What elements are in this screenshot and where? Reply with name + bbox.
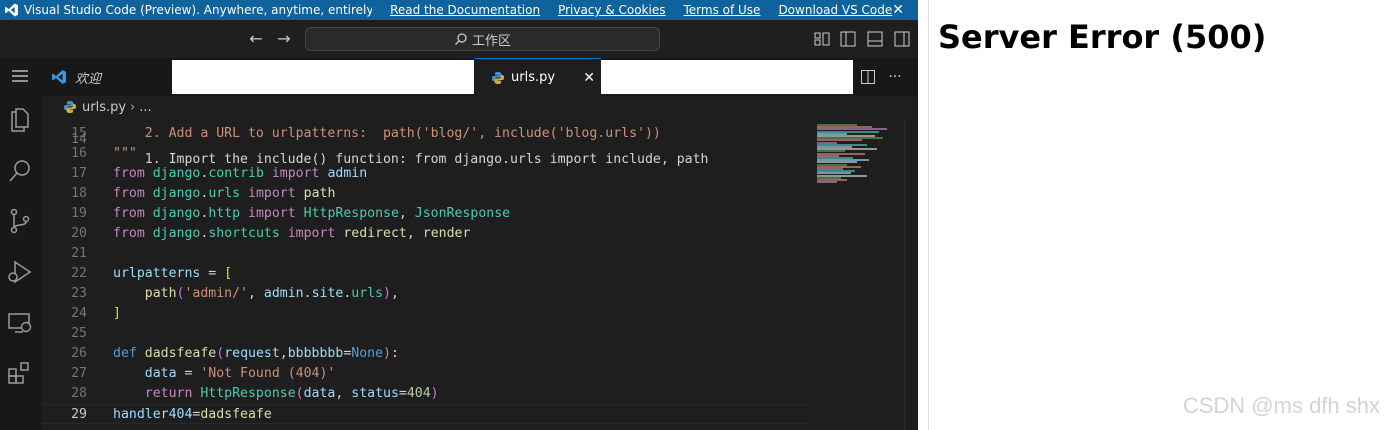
code-line: 21 <box>41 244 811 264</box>
breadcrumb-file[interactable]: urls.py <box>82 100 126 115</box>
title-bar: ← → 工作区 <box>0 20 918 58</box>
code-line: 28 return HttpResponse(data, status=404) <box>41 384 811 404</box>
line-number: 27 <box>71 366 87 381</box>
line-number: 21 <box>71 246 87 261</box>
source-control-icon[interactable] <box>4 205 36 237</box>
code-editor[interactable]: 14 1. Import the include() function: fro… <box>41 118 918 430</box>
command-center-search[interactable]: 工作区 <box>305 27 660 51</box>
more-actions-icon[interactable]: ··· <box>886 68 904 86</box>
line-number: 23 <box>71 286 87 301</box>
terms-link[interactable]: Terms of Use <box>683 3 760 17</box>
command-center-label: 工作区 <box>471 33 511 49</box>
browser-preview: Server Error (500) CSDN @ms dfh shx <box>928 0 1386 430</box>
run-debug-icon[interactable] <box>4 256 36 288</box>
code-text: urlpatterns = [ <box>113 266 233 281</box>
code-line: 17 from django.contrib import admin <box>41 164 811 184</box>
chevron-right-icon: › <box>130 99 136 115</box>
close-tab-icon[interactable]: ✕ <box>583 70 595 86</box>
python-file-icon <box>64 101 76 113</box>
line-number: 28 <box>71 386 87 401</box>
toggle-sidebar-icon[interactable] <box>839 30 857 48</box>
code-text: from django.urls import path <box>113 186 336 201</box>
code-text: path('admin/', admin.site.urls), <box>144 286 399 301</box>
code-text: """ <box>113 146 137 161</box>
code-text: ] <box>113 306 121 321</box>
code-text: from django.http import HttpResponse, Js… <box>113 206 511 221</box>
code-line: 29 handler404=dadsfeafe <box>41 404 811 424</box>
redacted-block <box>601 60 853 94</box>
line-number: 26 <box>71 346 87 361</box>
code-line: 27 data = 'Not Found (404)' <box>41 364 811 384</box>
line-number: 18 <box>71 186 87 201</box>
code-text: data = 'Not Found (404)' <box>144 366 336 381</box>
tab-urls-label: urls.py <box>511 70 556 85</box>
read-docs-link[interactable]: Read the Documentation <box>390 3 540 17</box>
code-line: 20 from django.shortcuts import redirect,… <box>41 224 811 244</box>
line-number: 17 <box>71 166 87 181</box>
code-line: 18 from django.urls import path <box>41 184 811 204</box>
python-file-icon <box>492 71 504 84</box>
code-line: 24] <box>41 304 811 324</box>
extensions-icon[interactable] <box>4 357 36 389</box>
code-line: 26 def dadsfeafe(request,bbbbbbb=None): <box>41 344 811 364</box>
preview-banner: Visual Studio Code (Preview). Anywhere, … <box>0 0 918 20</box>
minimap-line <box>817 181 837 184</box>
code-text: 2. Add a URL to urlpatterns: path('blog/… <box>113 126 661 141</box>
line-number: 20 <box>71 226 87 241</box>
tab-welcome[interactable]: 欢迎 <box>41 58 168 96</box>
breadcrumb: urls.py › ... <box>41 96 918 118</box>
breadcrumb-more[interactable]: ... <box>139 100 151 115</box>
customize-layout-icon[interactable] <box>813 30 831 48</box>
line-number: 15 <box>71 126 87 141</box>
explorer-icon[interactable] <box>4 104 36 136</box>
vscode-logo-icon <box>52 70 66 84</box>
vertical-scrollbar[interactable] <box>904 118 918 430</box>
split-editor-icon[interactable] <box>859 68 877 86</box>
download-link[interactable]: Download VS Code <box>778 3 892 17</box>
toggle-secondary-sidebar-icon[interactable] <box>893 30 911 48</box>
code-line: 23 path('admin/', admin.site.urls), <box>41 284 811 304</box>
line-number: 25 <box>71 326 87 341</box>
code-text: def dadsfeafe(request,bbbbbbb=None): <box>113 346 399 361</box>
line-number: 24 <box>71 306 87 321</box>
privacy-link[interactable]: Privacy & Cookies <box>558 3 665 17</box>
minimap[interactable] <box>811 118 904 430</box>
search-icon <box>455 33 467 45</box>
activity-bar <box>0 58 41 430</box>
banner-close-icon[interactable]: ✕ <box>892 2 904 18</box>
tab-welcome-label: 欢迎 <box>75 71 102 87</box>
watermark: CSDN @ms dfh shx <box>1182 393 1380 418</box>
back-arrow-icon[interactable]: ← <box>246 29 266 49</box>
editor-tabs: 欢迎 urls.py ✕ ··· <box>41 58 918 96</box>
line-number: 22 <box>71 266 87 281</box>
code-line: 22 urlpatterns = [ <box>41 264 811 284</box>
code-text: return HttpResponse(data, status=404) <box>144 386 439 401</box>
line-number: 19 <box>71 206 87 221</box>
code-text: handler404=dadsfeafe <box>113 407 272 422</box>
menu-icon[interactable] <box>4 60 36 92</box>
code-text: from django.contrib import admin <box>113 166 368 181</box>
error-heading: Server Error (500) <box>938 18 1267 56</box>
remote-explorer-icon[interactable] <box>4 307 36 339</box>
line-number: 29 <box>71 407 87 422</box>
code-line: 25 <box>41 324 811 344</box>
redacted-block <box>172 60 474 94</box>
vscode-logo-icon <box>4 3 18 17</box>
toggle-panel-icon[interactable] <box>866 30 884 48</box>
code-line: 19 from django.http import HttpResponse, … <box>41 204 811 224</box>
line-number: 16 <box>71 146 87 161</box>
search-icon[interactable] <box>4 155 36 187</box>
code-line: 16 """ <box>41 144 811 164</box>
vscode-window: Visual Studio Code (Preview). Anywhere, … <box>0 0 918 430</box>
code-line: 15 2. Add a URL to urlpatterns: path('bl… <box>41 124 811 144</box>
banner-message: Visual Studio Code (Preview). Anywhere, … <box>23 3 373 17</box>
forward-arrow-icon[interactable]: → <box>274 29 294 49</box>
tab-urls-py[interactable]: urls.py ✕ <box>475 58 601 96</box>
code-text: from django.shortcuts import redirect, r… <box>113 226 471 241</box>
